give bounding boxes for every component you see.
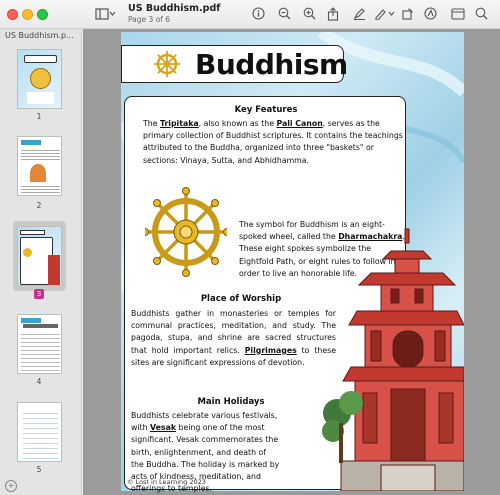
zoom-in-button[interactable] (302, 5, 316, 22)
window-icon (451, 7, 465, 20)
annotate-button[interactable] (423, 5, 437, 22)
page-thumbnail-3[interactable] (17, 226, 62, 286)
pdf-page: Buddhism Key Features The Tripitaka, als… (121, 32, 464, 493)
zoom-window-button[interactable] (37, 9, 48, 20)
key-features-heading: Key Features (234, 105, 298, 115)
info-icon (251, 7, 265, 20)
current-page-badge: 3 (34, 289, 44, 299)
pagoda-illustration (322, 228, 464, 491)
highlighter-icon (353, 8, 365, 20)
share-button[interactable] (326, 5, 340, 22)
page-number-2: 2 (36, 201, 42, 210)
page-thumbnail-1[interactable] (17, 49, 62, 109)
copyright-footer: © Lost in Learning 2023 (127, 478, 206, 486)
worship-heading: Place of Worship (200, 294, 282, 304)
search-button[interactable] (473, 5, 489, 22)
page-thumbnail-5[interactable] (17, 402, 62, 462)
page-title: Buddhism (195, 48, 348, 81)
close-window-button[interactable] (7, 9, 18, 20)
document-canvas[interactable]: Buddhism Key Features The Tripitaka, als… (83, 29, 500, 495)
rotate-button[interactable] (400, 5, 414, 22)
rotate-icon (401, 8, 413, 20)
pen-icon (375, 9, 395, 20)
dharma-wheel-small-icon (154, 51, 180, 77)
title-banner: Buddhism (121, 45, 348, 83)
document-title: US Buddhism.pdf (128, 3, 221, 14)
thumbnail-sidebar: US Buddhism.p... 1 2 3 4 5 + (0, 29, 82, 495)
page-number-5: 5 (36, 465, 42, 474)
sidebar-icon (95, 7, 115, 20)
zoom-out-button[interactable] (277, 5, 291, 22)
title-bar: US Buddhism.pdf Page 3 of 6 (0, 0, 500, 29)
info-button[interactable] (251, 5, 265, 22)
markup-circle-icon (423, 7, 437, 20)
page-number-4: 4 (36, 377, 42, 386)
page-indicator: Page 3 of 6 (128, 15, 171, 24)
sidebar-toggle-button[interactable] (94, 5, 116, 22)
worship-text: Buddhists gather in monasteries or templ… (131, 309, 336, 367)
page-thumbnail-2[interactable] (17, 136, 62, 196)
search-icon (475, 7, 487, 20)
zoom-in-icon (303, 7, 315, 20)
sidebar-options-button[interactable]: + (5, 480, 17, 492)
dharma-wheel-icon (145, 187, 227, 277)
sidebar-header: US Buddhism.p... (5, 31, 74, 40)
window-expand-button[interactable] (450, 5, 466, 22)
holidays-heading: Main Holidays (197, 397, 265, 407)
share-icon (327, 6, 339, 21)
key-features-text: The Tripitaka, also known as the Pali Ca… (143, 119, 403, 165)
markup-button[interactable] (373, 5, 397, 22)
minimize-window-button[interactable] (22, 9, 33, 20)
page-number-1: 1 (36, 112, 42, 121)
page-thumbnail-4[interactable] (17, 314, 62, 374)
zoom-out-icon (278, 7, 290, 20)
highlight-button[interactable] (352, 5, 366, 22)
